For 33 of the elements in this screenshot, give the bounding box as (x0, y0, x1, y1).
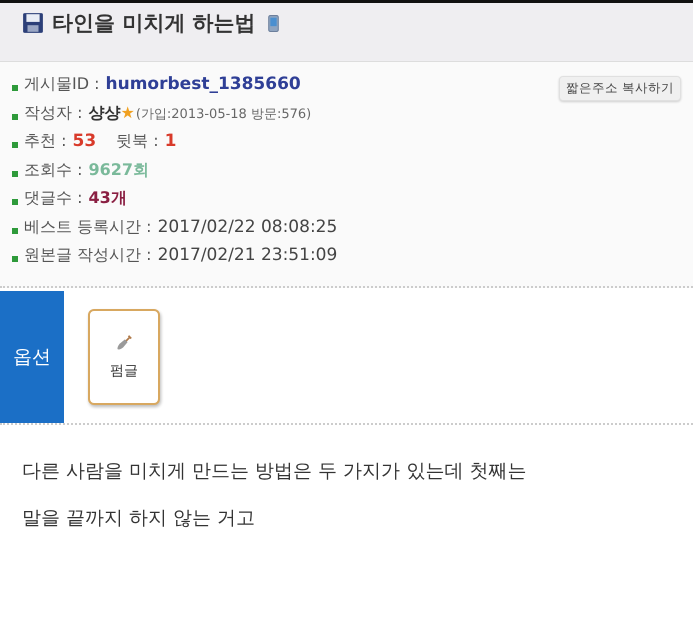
bullet-icon (12, 114, 18, 120)
shovel-icon (115, 334, 133, 352)
body-text: 다른 사람을 미치게 만드는 방법은 두 가지가 있는데 첫째는 (22, 459, 528, 484)
bullet-icon (12, 228, 18, 234)
bullet-icon (12, 199, 18, 206)
bullet-icon (12, 170, 18, 177)
field-label: 조회수 : (24, 160, 82, 180)
timestamp: 2017/02/21 23:51:09 (158, 245, 338, 265)
field-label: 원본글 작성시간 : (24, 245, 152, 266)
field-label: 추천 : (24, 131, 66, 152)
phone-icon (268, 14, 279, 32)
timestamp: 2017/02/22 08:08:25 (158, 216, 338, 236)
body-text: 말을 끝까지 하지 않는 거고 (22, 506, 256, 531)
bullet-icon (12, 256, 18, 262)
options-label: 옵션 (0, 291, 64, 423)
view-count: 9627회 (88, 160, 150, 180)
star-icon: ★ (120, 102, 135, 122)
copy-link-button[interactable]: 짧은주소 복사하기 (559, 76, 681, 101)
bullet-icon (12, 85, 18, 92)
field-label: 작성자 : (24, 102, 82, 124)
member-info: (가입:2013-05-18 방문:576) (136, 106, 312, 122)
comment-count: 43개 (88, 188, 127, 209)
field-label: 뒷북 : (116, 131, 159, 152)
scrap-button[interactable]: 펌글 (88, 309, 160, 405)
bullet-icon (12, 142, 18, 148)
post-title: 타인을 미치게 하는법 (52, 10, 256, 37)
count-value: 1 (164, 131, 176, 151)
count-value: 53 (72, 131, 96, 151)
field-label: 베스트 등록시간 : (24, 216, 152, 238)
post-id: humorbest_1385660 (106, 74, 301, 94)
field-label: 댓글수 : (24, 188, 82, 209)
author-name: 샹샹 (88, 102, 120, 124)
field-label: 게시물ID : (24, 74, 100, 95)
